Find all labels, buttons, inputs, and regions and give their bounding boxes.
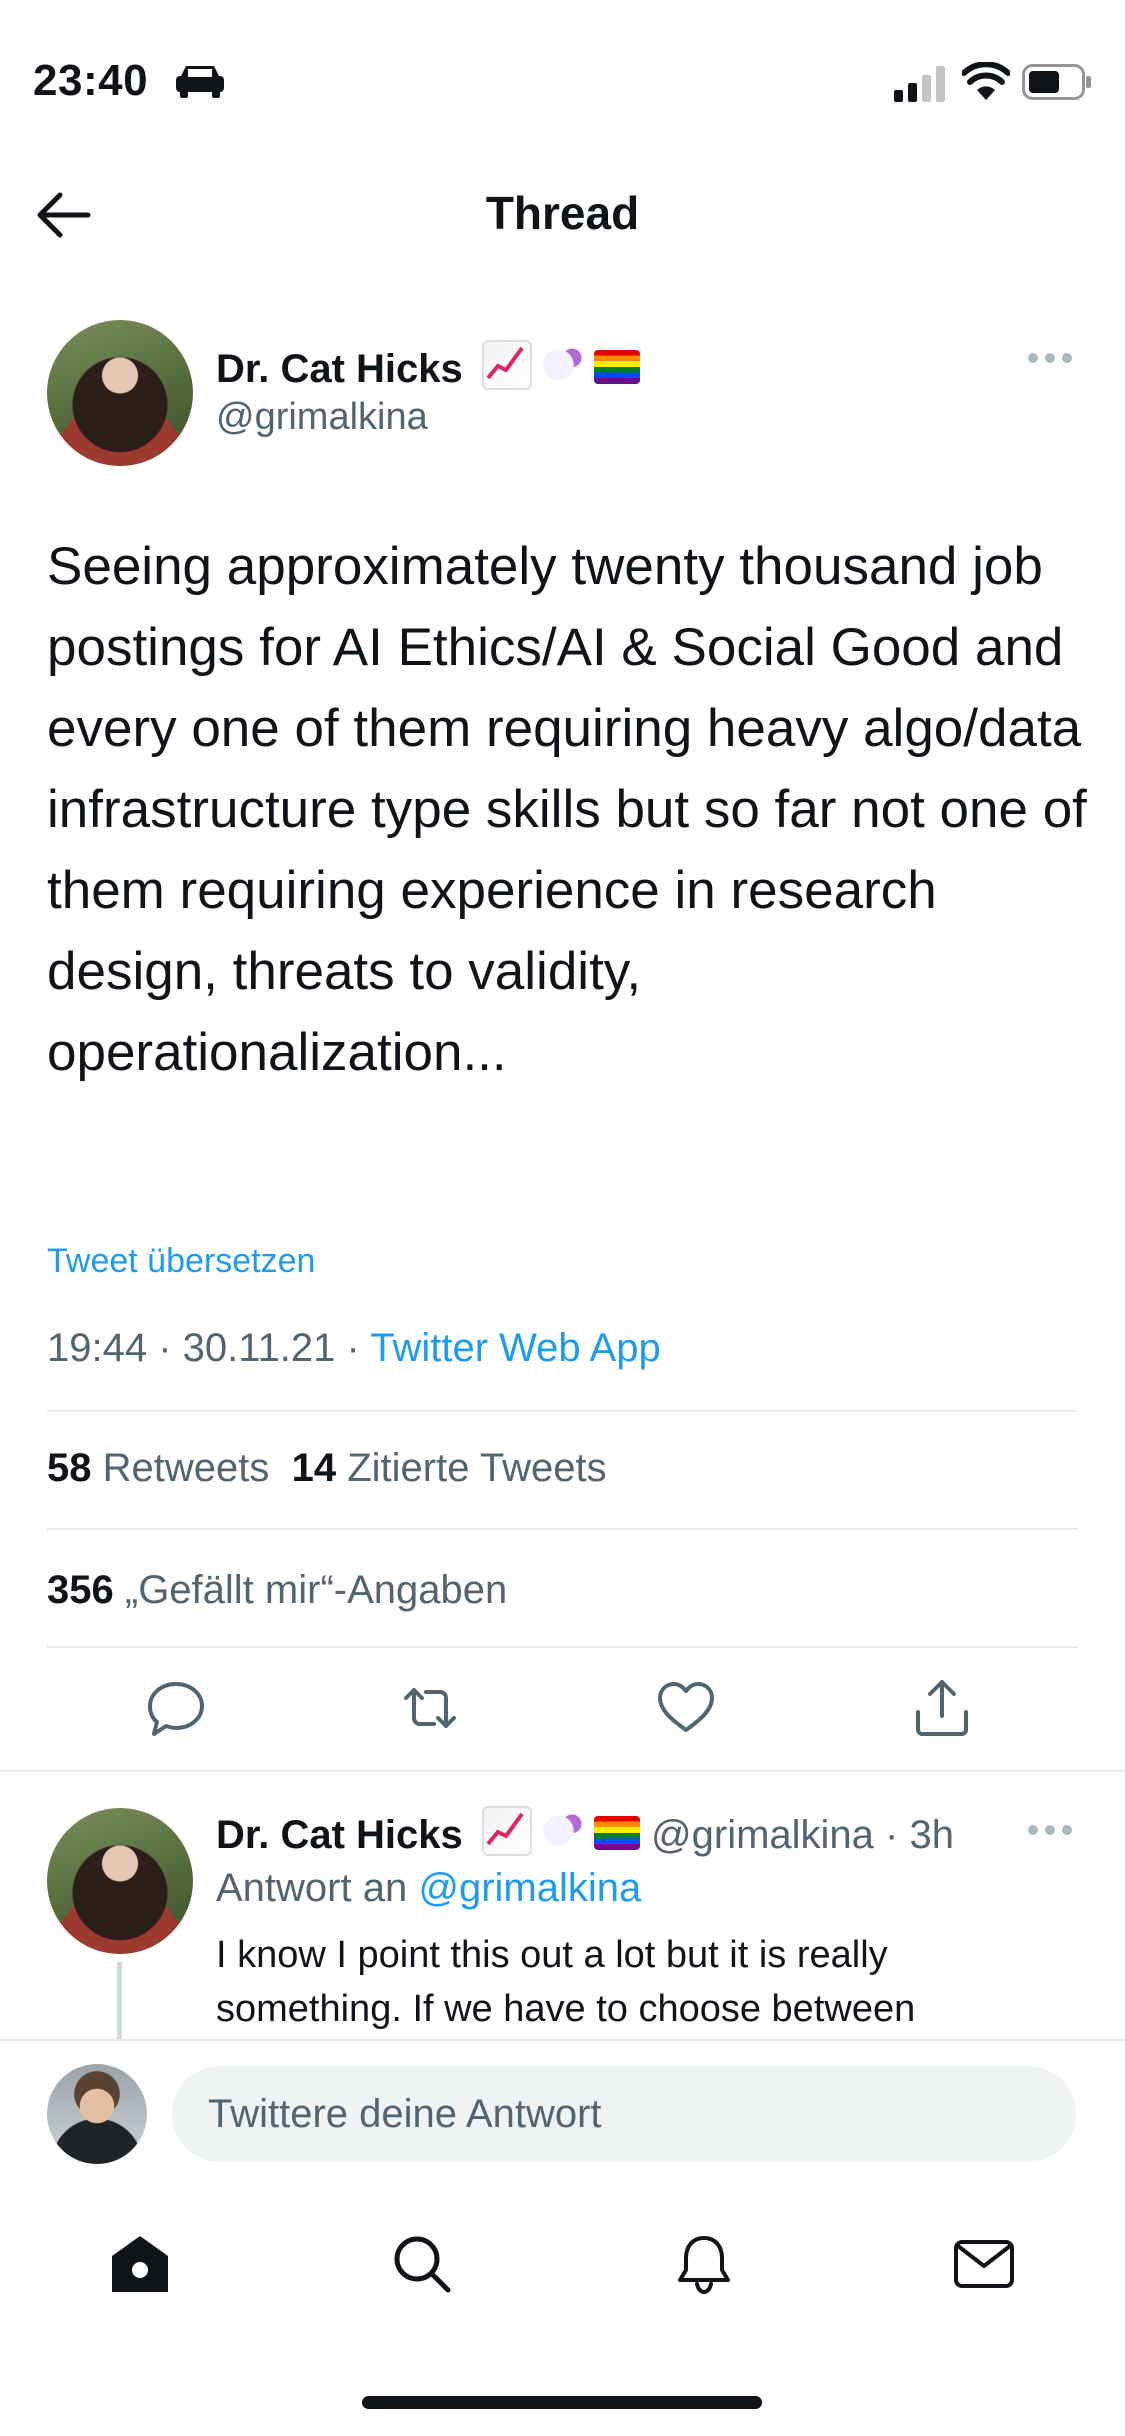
- thread-line: [117, 1962, 122, 2042]
- home-icon[interactable]: [108, 2232, 172, 2296]
- like-heart-icon[interactable]: [654, 1676, 718, 1740]
- reply-to-handle-link[interactable]: @grimalkina: [418, 1866, 641, 1910]
- translate-link[interactable]: Tweet übersetzen: [47, 1242, 315, 1281]
- divider: [47, 1528, 1078, 1530]
- avatar[interactable]: [47, 320, 193, 466]
- chart-emoji-icon: [481, 1806, 532, 1856]
- tweet-meta: 19:44 · 30.11.21 · Twitter Web App: [47, 1326, 661, 1370]
- more-icon[interactable]: [1027, 348, 1073, 368]
- reply-more-icon[interactable]: [1027, 1820, 1073, 1840]
- divider: [47, 1646, 1078, 1648]
- signal-icon: [894, 66, 945, 102]
- reply-icon[interactable]: [144, 1676, 208, 1740]
- retweet-icon[interactable]: [398, 1676, 462, 1740]
- car-icon: [176, 66, 224, 98]
- reply-header[interactable]: Dr. Cat Hicks @grimalkina · 3h: [216, 1806, 954, 1858]
- notifications-bell-icon[interactable]: [672, 2232, 736, 2296]
- search-icon[interactable]: [390, 2232, 454, 2296]
- rainbow-flag-emoji-icon: [593, 350, 640, 384]
- tweet-text: Seeing approximately twenty thousand job…: [47, 537, 1087, 1082]
- share-icon[interactable]: [910, 1676, 974, 1740]
- divider: [0, 1770, 1125, 1772]
- battery-icon: [1022, 64, 1091, 100]
- rainbow-flag-emoji-icon: [593, 1816, 640, 1850]
- chart-emoji-icon: [481, 340, 532, 390]
- reply-input[interactable]: Twittere deine Antwort: [172, 2066, 1076, 2162]
- divider: [47, 1410, 1078, 1412]
- messages-envelope-icon[interactable]: [952, 2232, 1016, 2296]
- like-stats[interactable]: 356 „Gefällt mir“-Angaben: [47, 1568, 507, 1613]
- my-avatar[interactable]: [47, 2064, 147, 2164]
- reply-text: I know I point this out a lot but it is …: [216, 1934, 916, 2030]
- retweet-stats[interactable]: 58 Retweets 14 Zitierte Tweets: [47, 1446, 607, 1491]
- reply-avatar[interactable]: [47, 1808, 193, 1954]
- home-indicator[interactable]: [362, 2396, 762, 2409]
- page-title: Thread: [485, 187, 640, 239]
- reply-to: Antwort an @grimalkina: [216, 1866, 642, 1910]
- status-time: 23:40: [33, 56, 149, 105]
- handle[interactable]: @grimalkina: [216, 396, 428, 439]
- unicorn-emoji-icon: [539, 1810, 586, 1856]
- display-name[interactable]: Dr. Cat Hicks: [216, 340, 640, 392]
- source-link[interactable]: Twitter Web App: [370, 1326, 661, 1370]
- unicorn-emoji-icon: [539, 344, 586, 390]
- wifi-icon: [962, 62, 1010, 100]
